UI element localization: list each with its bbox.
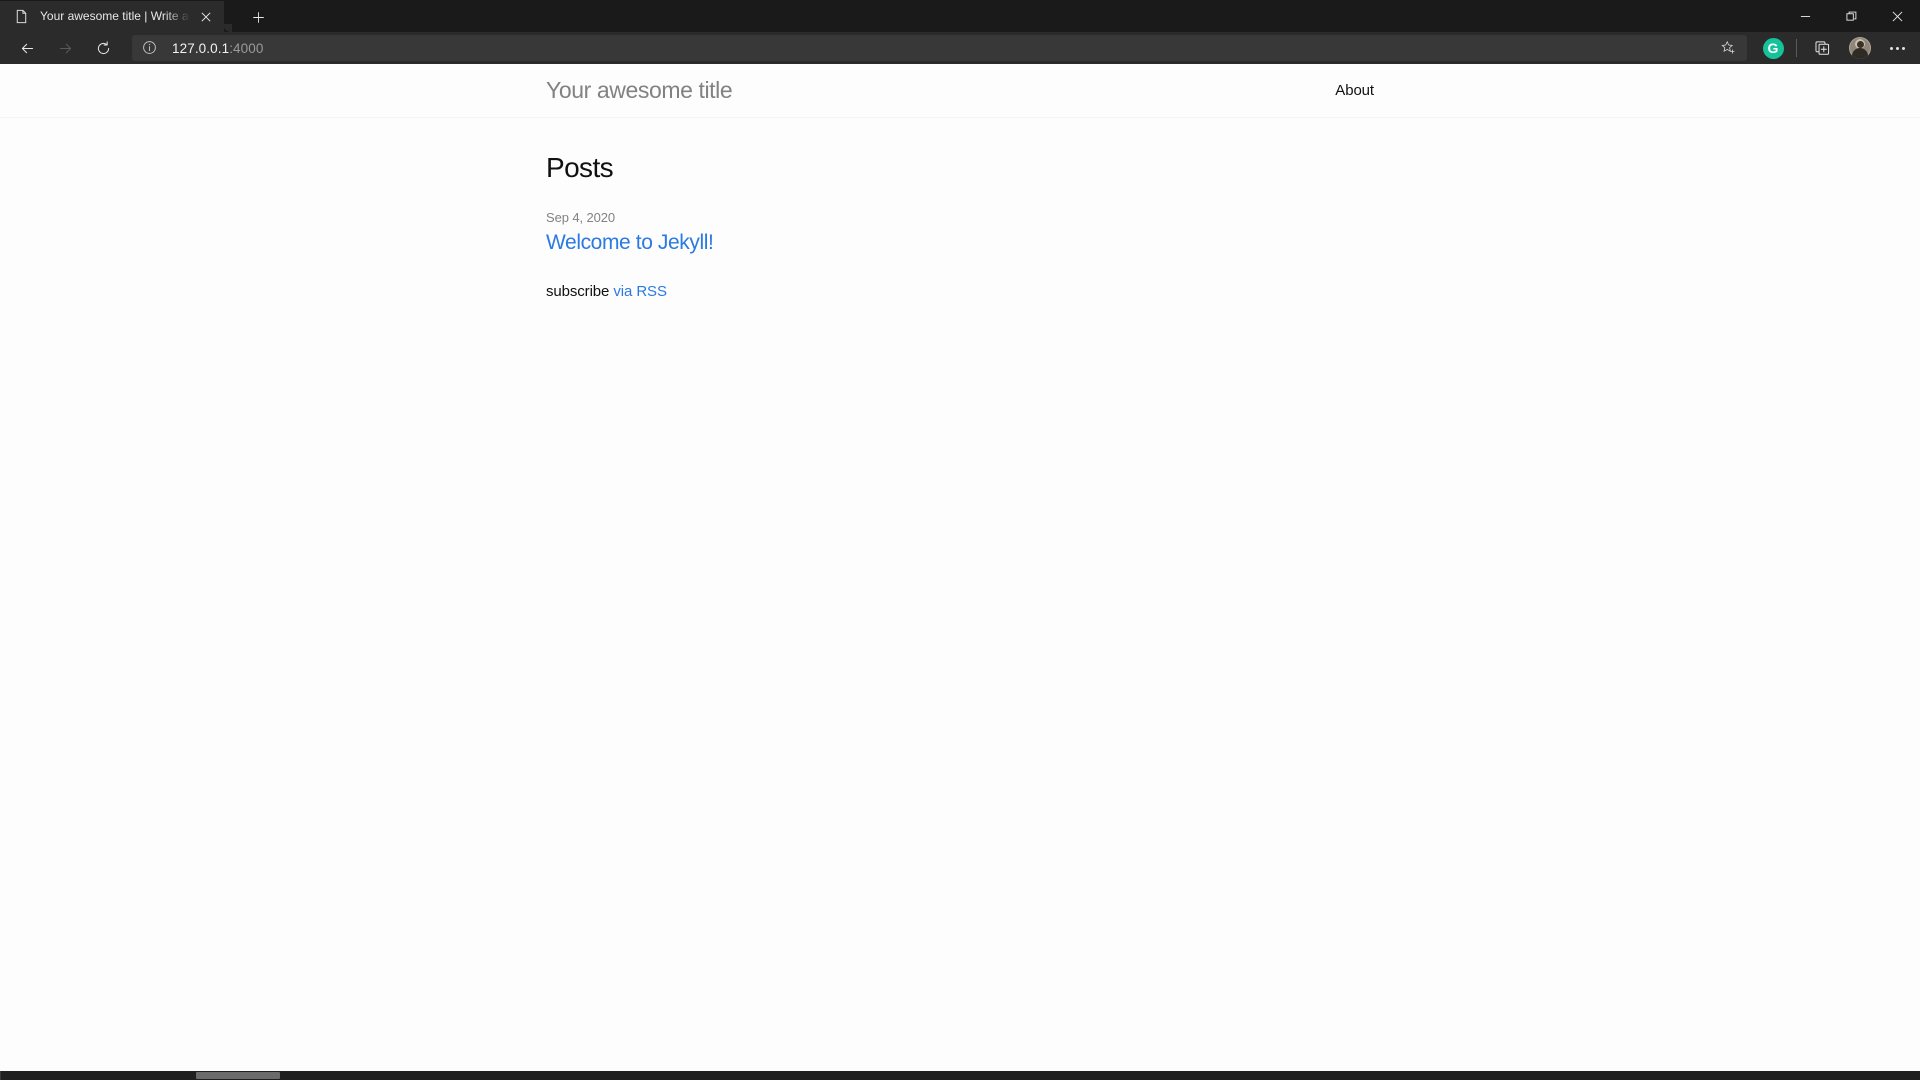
- settings-more-icon[interactable]: [1880, 33, 1914, 63]
- scrollbar-thumb[interactable]: [196, 1072, 280, 1079]
- site-nav: About: [1335, 82, 1374, 100]
- post-link[interactable]: Welcome to Jekyll!: [546, 230, 714, 255]
- site-title[interactable]: Your awesome title: [546, 77, 733, 105]
- post-date: Sep 4, 2020: [546, 209, 616, 225]
- favorite-star-icon[interactable]: [1715, 36, 1741, 60]
- horizontal-scrollbar[interactable]: [0, 1071, 1920, 1080]
- rss-link[interactable]: via RSS: [613, 283, 667, 300]
- page-title: Posts: [546, 152, 614, 183]
- post-list: Sep 4, 2020 Welcome to Jekyll!: [546, 210, 1374, 255]
- page-viewport: Your awesome title About Posts Sep 4, 20…: [0, 64, 1920, 1080]
- more-dots: [1889, 46, 1905, 50]
- window-controls: [1782, 0, 1920, 32]
- title-bar: Your awesome title | Write an aw: [0, 0, 1920, 32]
- content-wrapper: Posts Sep 4, 2020 Welcome to Jekyll! sub…: [546, 152, 1374, 300]
- new-tab-button[interactable]: [240, 2, 276, 32]
- site-info-icon[interactable]: [142, 40, 158, 56]
- address-host: 127.0.0.1: [172, 40, 230, 56]
- tab-title: Your awesome title | Write an aw: [40, 9, 192, 23]
- profile-avatar[interactable]: [1843, 33, 1877, 63]
- site-header: Your awesome title About: [0, 64, 1920, 118]
- page-content: Posts Sep 4, 2020 Welcome to Jekyll! sub…: [0, 118, 1920, 300]
- address-bar[interactable]: 127.0.0.1:4000: [132, 35, 1747, 61]
- restore-button[interactable]: [1828, 0, 1874, 32]
- back-button[interactable]: [10, 33, 44, 63]
- site-header-wrapper: Your awesome title About: [546, 77, 1374, 105]
- collections-icon[interactable]: [1806, 33, 1840, 63]
- nav-link-about[interactable]: About: [1335, 82, 1374, 100]
- close-window-button[interactable]: [1874, 0, 1920, 32]
- browser-toolbar: 127.0.0.1:4000 G: [0, 32, 1920, 64]
- scrollbar-track-start: [0, 1071, 1, 1080]
- grammarly-letter: G: [1762, 37, 1784, 59]
- grammarly-extension-icon[interactable]: G: [1756, 33, 1790, 63]
- tab-close-icon[interactable]: [194, 6, 218, 28]
- forward-button[interactable]: [48, 33, 82, 63]
- toolbar-divider: [1796, 39, 1797, 57]
- avatar: [1849, 37, 1871, 59]
- refresh-button[interactable]: [86, 33, 120, 63]
- list-item: Sep 4, 2020 Welcome to Jekyll!: [546, 210, 1374, 255]
- tab-strip: Your awesome title | Write an aw: [0, 0, 276, 32]
- browser-window: Your awesome title | Write an aw: [0, 0, 1920, 1080]
- address-text: 127.0.0.1:4000: [172, 41, 1715, 56]
- subscribe-label: subscribe: [546, 282, 610, 300]
- minimize-button[interactable]: [1782, 0, 1828, 32]
- subscribe-line: subscribe via RSS: [546, 283, 1374, 300]
- page-icon: [14, 9, 29, 24]
- address-port: :4000: [229, 40, 264, 56]
- browser-tab[interactable]: Your awesome title | Write an aw: [0, 1, 232, 32]
